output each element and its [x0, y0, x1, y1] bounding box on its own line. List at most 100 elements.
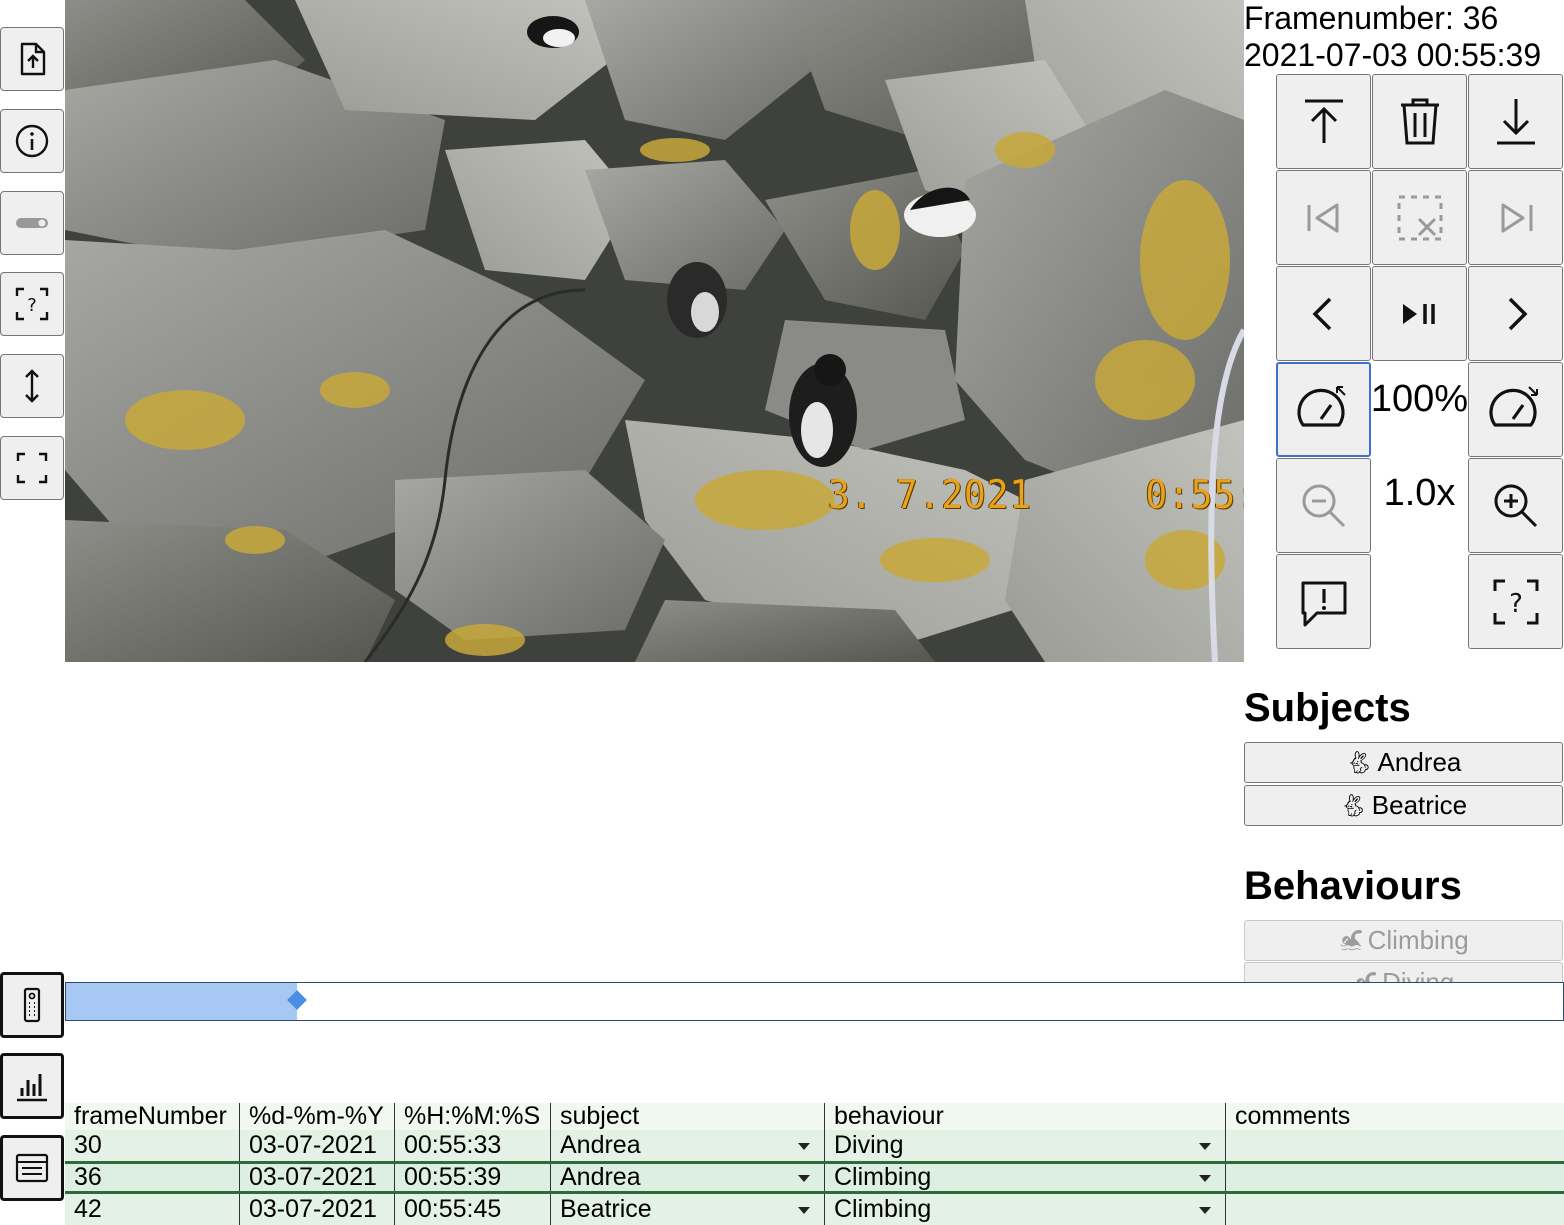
cell-subject-value: Andrea — [560, 1164, 641, 1191]
trash-icon — [1400, 98, 1439, 144]
cell-behaviour-select[interactable]: Climbing — [825, 1164, 1226, 1191]
zoom-out-icon — [1302, 484, 1345, 527]
cell-subject-value: Beatrice — [560, 1195, 652, 1223]
cell-subject-select[interactable]: Andrea — [551, 1164, 825, 1191]
dropdown-caret-icon — [798, 1206, 810, 1214]
toggle-button[interactable] — [0, 191, 64, 255]
table-icon — [15, 1153, 49, 1183]
timeline-progress — [66, 983, 297, 1020]
cell-date[interactable]: 03-07-2021 — [240, 1194, 395, 1225]
video-frame[interactable]: 3. 7.2021 0:55:40 — [65, 0, 1244, 662]
cell-time[interactable]: 00:55:39 — [395, 1164, 551, 1191]
cell-subject-select[interactable]: Beatrice — [551, 1194, 825, 1225]
dashed-box-x-icon — [1397, 195, 1442, 240]
behaviour-climbing-button[interactable]: 🏊︎ Climbing — [1244, 920, 1563, 961]
column-header[interactable]: subject — [551, 1103, 825, 1130]
play-pause-button[interactable] — [1372, 266, 1467, 361]
table-header-row: frameNumber %d-%m-%Y %H:%M:%S subject be… — [65, 1103, 1564, 1130]
table-row-selected[interactable]: 36 03-07-2021 00:55:39 Andrea Climbing — [65, 1161, 1564, 1194]
cell-behaviour-value: Climbing — [834, 1195, 932, 1223]
skip-forward-icon — [1501, 203, 1532, 232]
column-header[interactable]: frameNumber — [65, 1103, 240, 1130]
column-header[interactable]: behaviour — [825, 1103, 1226, 1130]
annotations-table: frameNumber %d-%m-%Y %H:%M:%S subject be… — [65, 1103, 1564, 1225]
go-to-start-button[interactable] — [1276, 74, 1371, 169]
behaviour-diving-button[interactable]: 🏊︎ Diving — [1244, 962, 1563, 982]
cell-behaviour-value: Climbing — [834, 1164, 932, 1191]
behaviour-label: Climbing — [1367, 925, 1469, 955]
fullscreen-icon — [16, 452, 48, 484]
fullscreen-button[interactable] — [0, 436, 64, 500]
delete-button[interactable] — [1372, 74, 1467, 169]
info-button[interactable] — [0, 109, 64, 173]
cell-date[interactable]: 03-07-2021 — [240, 1164, 395, 1191]
chevron-right-icon — [1508, 297, 1527, 330]
subject-label: Andrea — [1377, 747, 1462, 777]
cell-date[interactable]: 03-07-2021 — [240, 1130, 395, 1161]
frame-number-label: Framenumber: 36 — [1244, 0, 1499, 36]
subjects-heading: Subjects — [1244, 686, 1411, 730]
file-upload-icon — [20, 42, 46, 76]
help-button[interactable]: ? — [0, 272, 64, 336]
column-header[interactable]: %H:%M:%S — [395, 1103, 551, 1130]
speed-up-button[interactable] — [1276, 362, 1371, 457]
remote-icon — [23, 987, 41, 1023]
frame-timestamp: 2021-07-03 00:55:39 — [1244, 37, 1542, 73]
clear-selection-button[interactable] — [1372, 170, 1467, 265]
dropdown-caret-icon — [1199, 1142, 1211, 1150]
column-header[interactable]: %d-%m-%Y — [240, 1103, 395, 1130]
previous-frame-button[interactable] — [1276, 266, 1371, 361]
subject-beatrice-button[interactable]: 🐇︎ Beatrice — [1244, 785, 1563, 826]
dropdown-caret-icon — [1199, 1174, 1211, 1182]
help-frame-icon: ? — [15, 287, 49, 321]
dropdown-caret-icon — [798, 1174, 810, 1182]
cell-frame-number[interactable]: 36 — [65, 1164, 240, 1191]
chart-button[interactable] — [0, 1053, 64, 1119]
slow-down-button[interactable] — [1468, 362, 1563, 457]
skip-to-previous-button[interactable] — [1276, 170, 1371, 265]
cell-time[interactable]: 00:55:45 — [395, 1194, 551, 1225]
table-view-button[interactable] — [0, 1135, 64, 1201]
swimmer-icon: 🏊︎ — [1353, 970, 1378, 982]
zoom-in-icon — [1494, 484, 1537, 527]
remote-control-button[interactable] — [0, 972, 64, 1038]
cell-subject-select[interactable]: Andrea — [551, 1130, 825, 1161]
behaviour-diving-clip: 🏊︎ Diving — [1244, 962, 1563, 982]
cell-time[interactable]: 00:55:33 — [395, 1130, 551, 1161]
controls-help-button[interactable]: ? — [1468, 554, 1563, 649]
zoom-in-button[interactable] — [1468, 458, 1563, 553]
zoom-out-button[interactable] — [1276, 458, 1371, 553]
cell-comments[interactable] — [1226, 1194, 1564, 1225]
resize-vertical-button[interactable] — [0, 354, 64, 418]
chevron-left-icon — [1312, 297, 1331, 330]
cell-frame-number[interactable]: 42 — [65, 1194, 240, 1225]
skip-back-icon — [1307, 203, 1338, 232]
next-frame-button[interactable] — [1468, 266, 1563, 361]
column-header[interactable]: comments — [1226, 1103, 1564, 1130]
overlay-date: 3. 7.2021 — [828, 473, 1033, 518]
dropdown-caret-icon — [1199, 1206, 1211, 1214]
timeline-slider[interactable] — [65, 982, 1564, 1021]
zoom-level-label: 1.0x — [1383, 472, 1456, 514]
cell-comments[interactable] — [1226, 1164, 1564, 1191]
table-row[interactable]: 30 03-07-2021 00:55:33 Andrea Diving — [65, 1130, 1564, 1161]
subject-andrea-button[interactable]: 🐇︎ Andrea — [1244, 742, 1563, 783]
frame-info: Framenumber: 36 2021-07-03 00:55:39 — [1244, 0, 1541, 74]
skip-to-next-button[interactable] — [1468, 170, 1563, 265]
behaviours-heading: Behaviours — [1244, 864, 1462, 908]
download-button[interactable] — [1468, 74, 1563, 169]
toggle-icon — [16, 218, 48, 228]
rabbit-icon: 🐇︎ — [1345, 749, 1374, 775]
rock-scene-image — [65, 0, 1244, 662]
cell-behaviour-select[interactable]: Diving — [825, 1130, 1226, 1161]
swimmer-icon: 🏊︎ — [1338, 930, 1364, 952]
cell-frame-number[interactable]: 30 — [65, 1130, 240, 1161]
help-frame-icon: ? — [1493, 579, 1538, 624]
info-icon — [15, 124, 49, 158]
svg-text:?: ? — [27, 295, 37, 316]
table-row[interactable]: 42 03-07-2021 00:55:45 Beatrice Climbing — [65, 1194, 1564, 1225]
report-button[interactable] — [1276, 554, 1371, 649]
cell-comments[interactable] — [1226, 1130, 1564, 1161]
cell-behaviour-select[interactable]: Climbing — [825, 1194, 1226, 1225]
upload-file-button[interactable] — [0, 27, 64, 91]
